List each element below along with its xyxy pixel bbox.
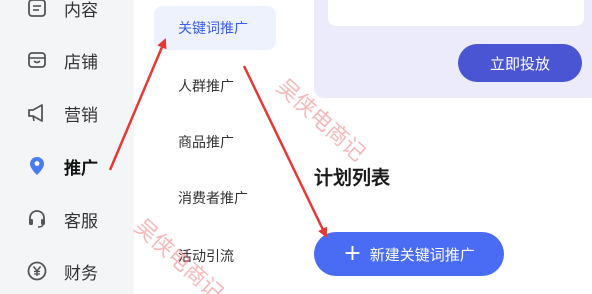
subnav-item-audience-promotion[interactable]: 人群推广 (154, 64, 276, 108)
nav-item-finance[interactable]: 财务 (0, 251, 134, 291)
store-icon (26, 49, 48, 71)
promotion-pin-icon (26, 155, 48, 177)
new-keyword-promotion-button[interactable]: + 新建关键词推广 (314, 232, 504, 276)
subnav-item-product-promotion[interactable]: 商品推广 (154, 120, 276, 164)
launch-now-button[interactable]: 立即投放 (458, 44, 582, 82)
subnav-item-activity-traffic[interactable]: 活动引流 (154, 234, 276, 278)
main-sidebar: 内容 店铺 营销 推广 客服 财务 (0, 0, 134, 294)
nav-item-service[interactable]: 客服 (0, 199, 134, 239)
nav-item-label: 推广 (64, 158, 98, 179)
headset-icon (26, 208, 48, 230)
banner-inner-panel (328, 0, 584, 26)
plan-list-title: 计划列表 (314, 167, 391, 189)
nav-item-label: 内容 (64, 0, 98, 21)
nav-item-marketing[interactable]: 营销 (0, 93, 134, 133)
subnav-item-consumer-promotion[interactable]: 消费者推广 (154, 176, 276, 220)
nav-item-content[interactable]: 内容 (0, 0, 134, 28)
megaphone-icon (26, 102, 48, 124)
new-keyword-promotion-label: 新建关键词推广 (369, 245, 475, 264)
yuan-icon (26, 260, 48, 282)
app-root: 内容 店铺 营销 推广 客服 财务 关键词推广 人群推广 商品推广 消费者推广 … (0, 0, 592, 294)
nav-item-promotion[interactable]: 推广 (0, 146, 134, 186)
plus-icon: + (343, 241, 362, 266)
nav-item-label: 财务 (64, 263, 98, 284)
nav-item-store[interactable]: 店铺 (0, 40, 134, 80)
promotion-subnav: 关键词推广 人群推广 商品推广 消费者推广 活动引流 (134, 0, 296, 294)
subnav-item-keyword-promotion[interactable]: 关键词推广 (154, 6, 276, 50)
nav-item-label: 店铺 (64, 52, 98, 73)
nav-item-label: 营销 (64, 105, 98, 126)
content-icon (26, 0, 48, 19)
nav-item-label: 客服 (64, 211, 98, 232)
